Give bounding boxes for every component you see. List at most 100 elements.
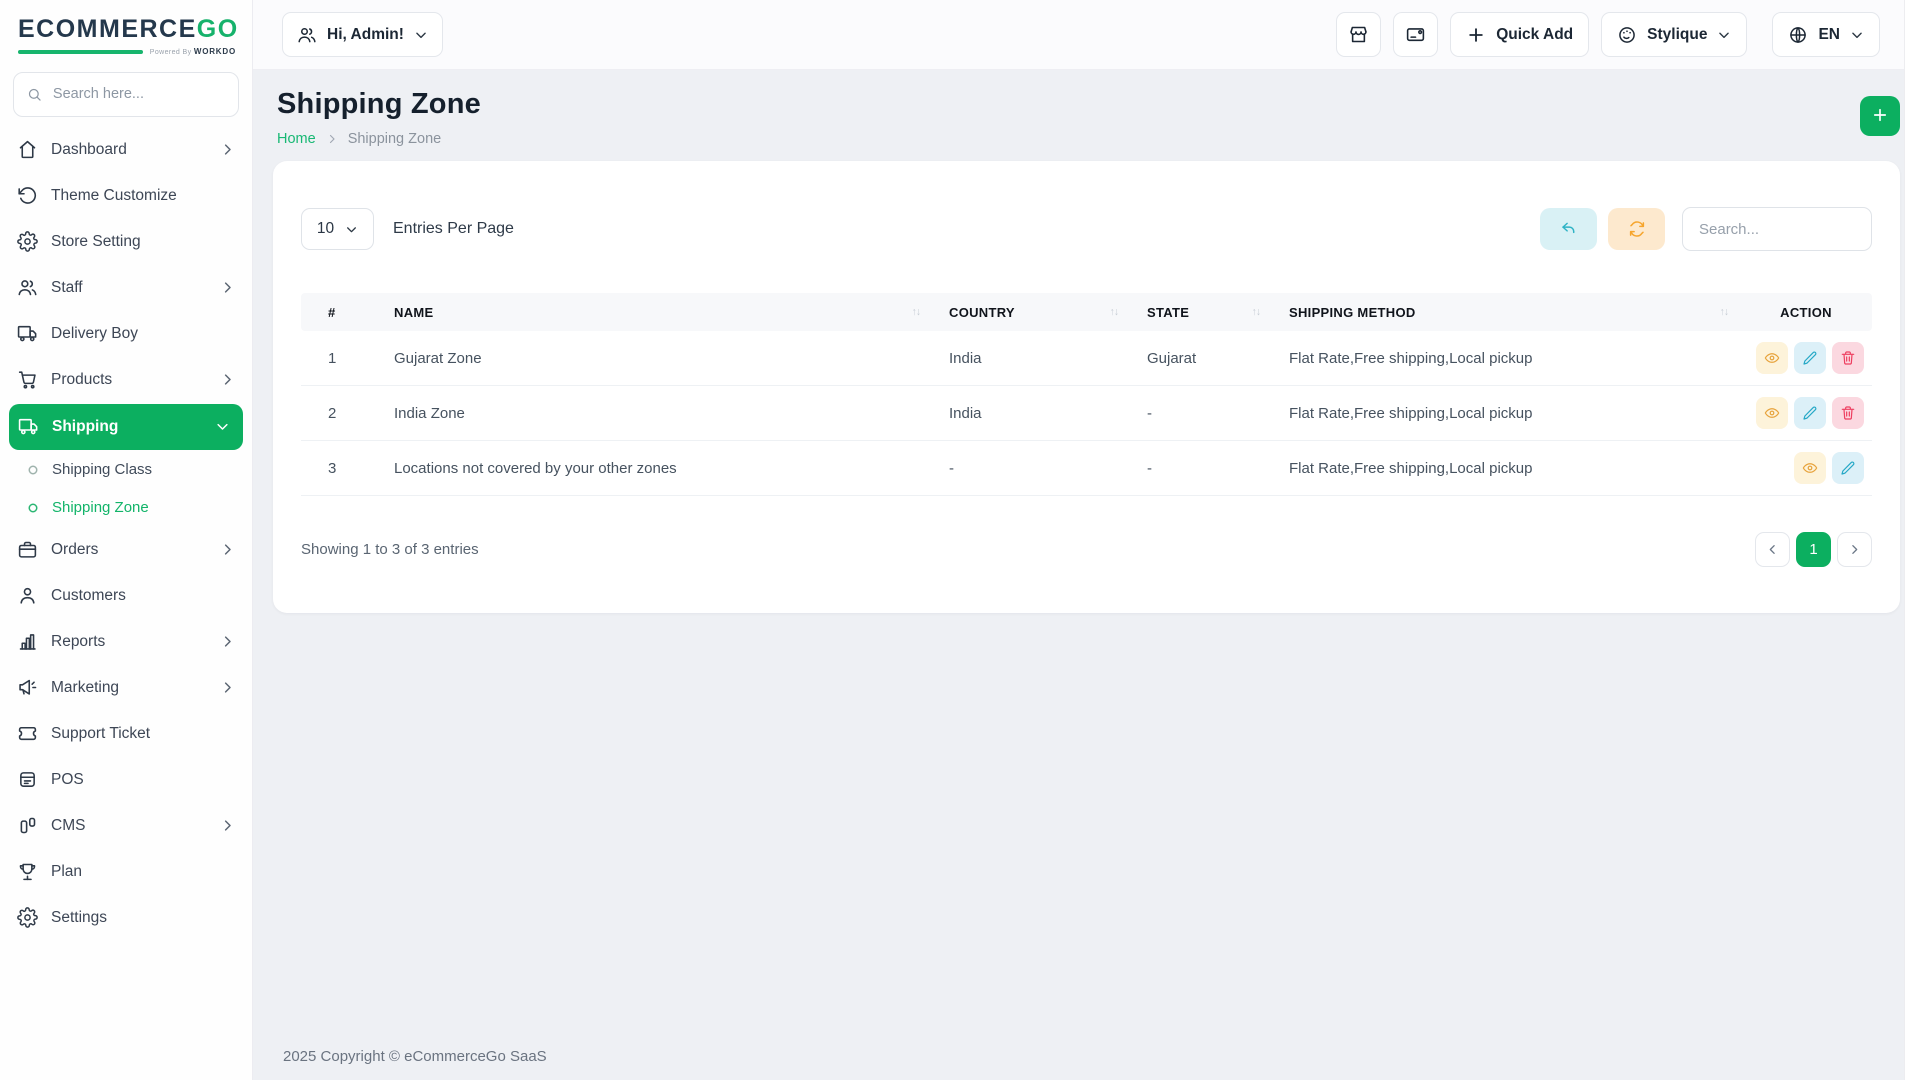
sidebar-item-label: Dashboard <box>51 140 127 158</box>
sidebar-item-shipping-class[interactable]: Shipping Class <box>0 451 252 489</box>
chevron-down-icon <box>414 28 428 42</box>
sidebar-item-orders[interactable]: Orders <box>0 527 252 573</box>
cell-num: 2 <box>328 404 337 422</box>
cell-method: Flat Rate,Free shipping,Local pickup <box>1289 349 1533 367</box>
cell-country: - <box>949 459 954 477</box>
undo-button[interactable] <box>1540 208 1597 250</box>
cell-num: 3 <box>328 459 337 477</box>
sidebar-search-input[interactable] <box>50 85 225 103</box>
pagination: 1 <box>1755 532 1872 567</box>
scrollbar[interactable] <box>1904 0 1920 1080</box>
home-icon <box>17 139 38 160</box>
sidebar-item-settings[interactable]: Settings <box>0 895 252 941</box>
sidebar-item-marketing[interactable]: Marketing <box>0 665 252 711</box>
chevron-right-icon <box>220 142 235 157</box>
view-button[interactable] <box>1794 452 1826 484</box>
sidebar-item-staff[interactable]: Staff <box>0 265 252 311</box>
sidebar-item-label: Delivery Boy <box>51 324 138 342</box>
powered-by-brand: WORKDO <box>193 46 236 56</box>
pagination-page-1[interactable]: 1 <box>1796 532 1831 567</box>
sidebar-item-cms[interactable]: CMS <box>0 803 252 849</box>
brand-logo[interactable]: ECOMMERCEGO Powered By WORKDO <box>0 0 252 62</box>
sidebar-item-customers[interactable]: Customers <box>0 573 252 619</box>
delete-button[interactable] <box>1832 342 1864 374</box>
notifications-button[interactable] <box>1393 12 1439 57</box>
eye-icon <box>1764 405 1780 421</box>
sidebar-item-label: Marketing <box>51 678 120 696</box>
edit-button[interactable] <box>1832 452 1864 484</box>
edit-button[interactable] <box>1794 342 1826 374</box>
pagination-prev-button[interactable] <box>1755 532 1790 567</box>
sort-icon[interactable] <box>912 306 933 318</box>
sidebar-item-label: Shipping Class <box>52 461 153 478</box>
powered-by: Powered By WORKDO <box>150 47 236 56</box>
ticket-icon <box>17 723 38 744</box>
chevron-right-icon <box>220 818 235 833</box>
chevron-right-icon <box>220 680 235 695</box>
truck-icon <box>18 416 39 437</box>
shipping-zone-table: # NAME COUNTRY STATE SHIPPING METHOD ACT… <box>301 293 1872 496</box>
plus-icon <box>1466 25 1486 45</box>
sidebar-item-products[interactable]: Products <box>0 357 252 403</box>
search-icon <box>27 86 42 103</box>
breadcrumb-current: Shipping Zone <box>347 131 442 147</box>
add-shipping-zone-button[interactable] <box>1860 96 1900 136</box>
eye-icon <box>1802 460 1818 476</box>
column-header-action: ACTION <box>1780 304 1832 320</box>
sidebar-item-store-setting[interactable]: Store Setting <box>0 219 252 265</box>
sort-icon[interactable] <box>1110 306 1131 318</box>
breadcrumb: Home Shipping Zone <box>277 131 481 147</box>
refresh-button[interactable] <box>1608 208 1665 250</box>
eye-icon <box>1764 350 1780 366</box>
layout-icon <box>17 815 38 836</box>
entries-per-page-value: 10 <box>316 220 335 237</box>
sidebar-item-label: Shipping Zone <box>52 499 149 516</box>
sidebar-item-shipping[interactable]: Shipping <box>9 403 243 450</box>
view-button[interactable] <box>1756 342 1788 374</box>
sidebar-item-label: Store Setting <box>51 232 141 250</box>
language-button[interactable]: EN <box>1772 12 1880 57</box>
admin-menu-button[interactable]: Hi, Admin! <box>282 12 443 57</box>
sidebar-item-pos[interactable]: POS <box>0 757 252 803</box>
table-search-input[interactable] <box>1682 207 1872 251</box>
chevron-down-icon <box>345 223 358 236</box>
storefront-button[interactable] <box>1336 12 1382 57</box>
sort-icon[interactable] <box>1720 306 1741 318</box>
storefront-icon <box>1348 24 1369 45</box>
chevron-right-icon <box>220 634 235 649</box>
sidebar-item-dashboard[interactable]: Dashboard <box>0 127 252 173</box>
chevron-down-icon <box>1717 28 1731 42</box>
entries-per-page-select[interactable]: 10 <box>301 208 374 250</box>
cell-actions <box>1740 342 1872 374</box>
cell-method: Flat Rate,Free shipping,Local pickup <box>1289 459 1533 477</box>
cell-actions <box>1740 452 1872 484</box>
view-button[interactable] <box>1756 397 1788 429</box>
pagination-next-button[interactable] <box>1837 532 1872 567</box>
table-row: 3 Locations not covered by your other zo… <box>301 441 1872 496</box>
sidebar-item-reports[interactable]: Reports <box>0 619 252 665</box>
delete-button[interactable] <box>1832 397 1864 429</box>
brand-underline <box>18 49 143 54</box>
sort-icon[interactable] <box>1252 306 1273 318</box>
sidebar: ECOMMERCEGO Powered By WORKDO Dashboard … <box>0 0 253 1080</box>
chevron-down-icon <box>1850 28 1864 42</box>
column-header-method: SHIPPING METHOD <box>1272 293 1740 331</box>
quick-add-button[interactable]: Quick Add <box>1450 12 1590 57</box>
edit-button[interactable] <box>1794 397 1826 429</box>
breadcrumb-home-link[interactable]: Home <box>277 131 316 147</box>
cell-state: Gujarat <box>1147 349 1197 367</box>
bar-chart-icon <box>17 631 38 652</box>
plus-icon <box>1871 106 1889 124</box>
table-tools <box>1540 207 1872 251</box>
theme-style-button[interactable]: Stylique <box>1601 12 1748 57</box>
brand-name: ECOMMERCEGO <box>18 15 237 44</box>
page-title: Shipping Zone <box>277 88 481 120</box>
sidebar-item-label: Customers <box>51 586 126 604</box>
sidebar-item-delivery-boy[interactable]: Delivery Boy <box>0 311 252 357</box>
cell-actions <box>1740 397 1872 429</box>
sidebar-item-plan[interactable]: Plan <box>0 849 252 895</box>
sidebar-item-theme-customize[interactable]: Theme Customize <box>0 173 252 219</box>
sidebar-item-support-ticket[interactable]: Support Ticket <box>0 711 252 757</box>
cell-state: - <box>1147 459 1152 477</box>
sidebar-item-shipping-zone[interactable]: Shipping Zone <box>0 489 252 527</box>
